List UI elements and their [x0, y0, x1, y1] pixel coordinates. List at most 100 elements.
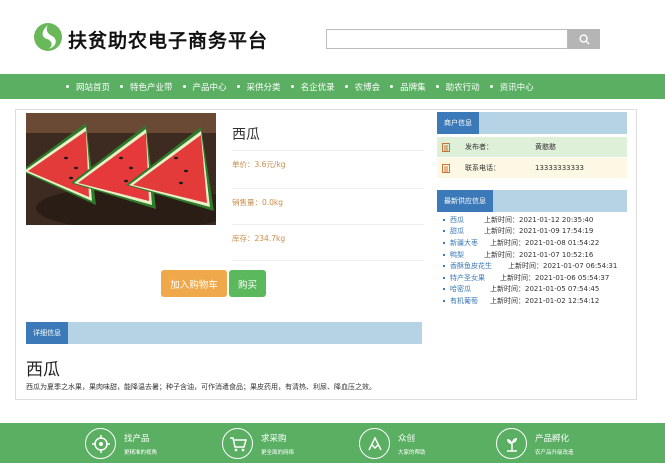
nav-item-actions[interactable]: 助农行动	[435, 81, 480, 93]
merchant-publisher-row: 发布者： 黄憨憨	[437, 137, 627, 157]
supply-time: 上新时间：2021-01-09 17:54:19	[484, 227, 594, 236]
footer-procurement[interactable]: 求采购 更全面的网络	[222, 428, 294, 459]
bullet-icon	[489, 85, 493, 88]
phone-label: 联系电话：	[465, 164, 500, 172]
detail-description: 西瓜为夏季之水果，果肉味甜，能降温去暑；种子含油，可作消遣食品；果皮药用，有清热…	[26, 383, 376, 391]
footer-subtitle: 更全面的网络	[261, 449, 295, 456]
nav-label: 农博会	[354, 82, 381, 93]
tab-supply[interactable]: 最新供应信息	[437, 190, 493, 212]
detail-header: 详细信息	[26, 322, 422, 344]
nav-item-categories[interactable]: 采供分类	[236, 81, 281, 93]
list-item: 新疆大枣 上新时间：2021-01-08 01:54:22	[437, 237, 627, 249]
publisher-label: 发布者：	[465, 143, 493, 151]
nav-item-products[interactable]: 产品中心	[182, 81, 227, 93]
tab-merchant[interactable]: 商户信息	[437, 112, 479, 134]
list-item: 鸭梨 上新时间：2021-01-07 10:52:16	[437, 249, 627, 261]
list-item: 有机葡萄 上新时间：2021-01-02 12:54:12	[437, 295, 627, 307]
nav-label: 品牌集	[400, 82, 426, 93]
publisher-value: 黄憨憨	[535, 143, 556, 151]
footer-find-products[interactable]: 找产品 更精准的视角	[85, 428, 157, 459]
supply-name-link[interactable]: 西瓜	[450, 215, 474, 225]
bullet-icon	[344, 85, 348, 88]
nav-item-industry[interactable]: 特色产业带	[120, 81, 173, 93]
bullet-icon	[182, 85, 186, 88]
logo-icon	[34, 23, 62, 51]
bullet-icon	[443, 288, 445, 291]
user-card-icon	[442, 142, 450, 152]
phone-card-icon	[442, 163, 450, 173]
add-to-cart-button[interactable]: 加入购物车	[161, 270, 227, 297]
bullet-icon	[290, 85, 294, 88]
divider	[232, 260, 424, 261]
supply-time: 上新时间：2021-01-07 10:52:16	[484, 250, 594, 259]
list-item: 西瓜 上新时间：2021-01-12 20:35:40	[437, 214, 627, 226]
footer-title: 求采购	[261, 433, 287, 444]
main-nav: 网站首页 特色产业带 产品中心 采供分类 名企优录 农博会 品牌集 助农行动 资…	[0, 74, 665, 99]
list-item: 特产圣女果 上新时间：2021-01-06 05:54:37	[437, 272, 627, 284]
supply-name-link[interactable]: 甜瓜	[450, 226, 474, 236]
bullet-icon	[443, 299, 445, 302]
nav-label: 助农行动	[445, 82, 480, 93]
merchant-phone-row: 联系电话： 13333333333	[437, 158, 627, 178]
bullet-icon	[443, 276, 445, 279]
nav-label: 产品中心	[192, 82, 227, 93]
list-item: 甜瓜 上新时间：2021-01-09 17:54:19	[437, 226, 627, 238]
supply-name-link[interactable]: 香酥鱼皮花生	[450, 261, 498, 271]
bullet-icon	[120, 85, 124, 88]
site-title: 扶贫助农电子商务平台	[68, 30, 269, 52]
footer-incubation[interactable]: 产品孵化 农产品升级改造	[496, 428, 574, 459]
supply-time: 上新时间：2021-01-07 06:54:31	[508, 262, 618, 271]
product-image	[26, 113, 216, 225]
bullet-icon	[66, 85, 69, 88]
footer-title: 产品孵化	[535, 433, 570, 444]
nav-label: 资讯中心	[499, 82, 534, 93]
supply-header: 最新供应信息	[437, 190, 627, 212]
nav-item-enterprises[interactable]: 名企优录	[290, 81, 335, 93]
target-icon	[85, 428, 116, 459]
bullet-icon	[443, 230, 445, 233]
main-content: 西瓜 单价：3.6元/kg 销售量：0.0kg 库存：234.7kg 加入购物车…	[15, 109, 637, 400]
supply-time: 上新时间：2021-01-05 07:54:45	[490, 285, 600, 294]
bullet-icon	[443, 253, 445, 256]
product-stock: 库存：234.7kg	[232, 224, 424, 244]
product-actions: 加入购物车 购买	[161, 270, 266, 297]
supply-time: 上新时间：2021-01-06 05:54:37	[500, 273, 610, 282]
search-input[interactable]	[326, 29, 568, 49]
footer-subtitle: 农产品升级改造	[535, 449, 574, 456]
bullet-icon	[435, 85, 439, 88]
nav-item-home[interactable]: 网站首页	[66, 81, 110, 93]
bullet-icon	[390, 85, 394, 88]
product-name: 西瓜	[232, 127, 260, 143]
bullet-icon	[443, 241, 445, 244]
nav-item-brands[interactable]: 品牌集	[390, 81, 426, 93]
tab-detail[interactable]: 详细信息	[26, 322, 68, 344]
supply-time: 上新时间：2021-01-08 01:54:22	[490, 238, 600, 247]
footer-title: 找产品	[124, 433, 150, 444]
supply-time: 上新时间：2021-01-02 12:54:12	[490, 296, 600, 305]
cart-icon	[222, 428, 253, 459]
search-button[interactable]	[568, 29, 600, 49]
incubate-icon	[496, 428, 527, 459]
footer-subtitle: 更精准的视角	[124, 449, 158, 456]
list-item: 香酥鱼皮花生 上新时间：2021-01-07 06:54:31	[437, 260, 627, 272]
merchant-header: 商户信息	[437, 112, 627, 134]
nav-item-news[interactable]: 资讯中心	[489, 81, 534, 93]
buy-button[interactable]: 购买	[229, 270, 266, 297]
footer-title: 众创	[398, 433, 416, 444]
supply-name-link[interactable]: 有机葡萄	[450, 296, 480, 306]
nav-item-expo[interactable]: 农博会	[344, 81, 381, 93]
nav-label: 名企优录	[300, 82, 335, 93]
supply-name-link[interactable]: 特产圣女果	[450, 273, 490, 283]
search-icon	[578, 33, 590, 45]
bullet-icon	[443, 218, 445, 221]
nav-label: 采供分类	[246, 82, 281, 93]
supply-name-link[interactable]: 鸭梨	[450, 250, 474, 260]
supply-list: 西瓜 上新时间：2021-01-12 20:35:40 甜瓜上新时间：2021-0…	[437, 214, 627, 307]
footer-subtitle: 大家的帮助	[398, 449, 426, 456]
product-price: 单价：3.6元/kg	[232, 150, 424, 170]
phone-value: 13333333333	[535, 164, 584, 172]
supply-name-link[interactable]: 哈密瓜	[450, 284, 480, 294]
footer-crowd[interactable]: 众创 大家的帮助	[359, 428, 426, 459]
supply-name-link[interactable]: 新疆大枣	[450, 238, 480, 248]
bullet-icon	[236, 85, 240, 88]
